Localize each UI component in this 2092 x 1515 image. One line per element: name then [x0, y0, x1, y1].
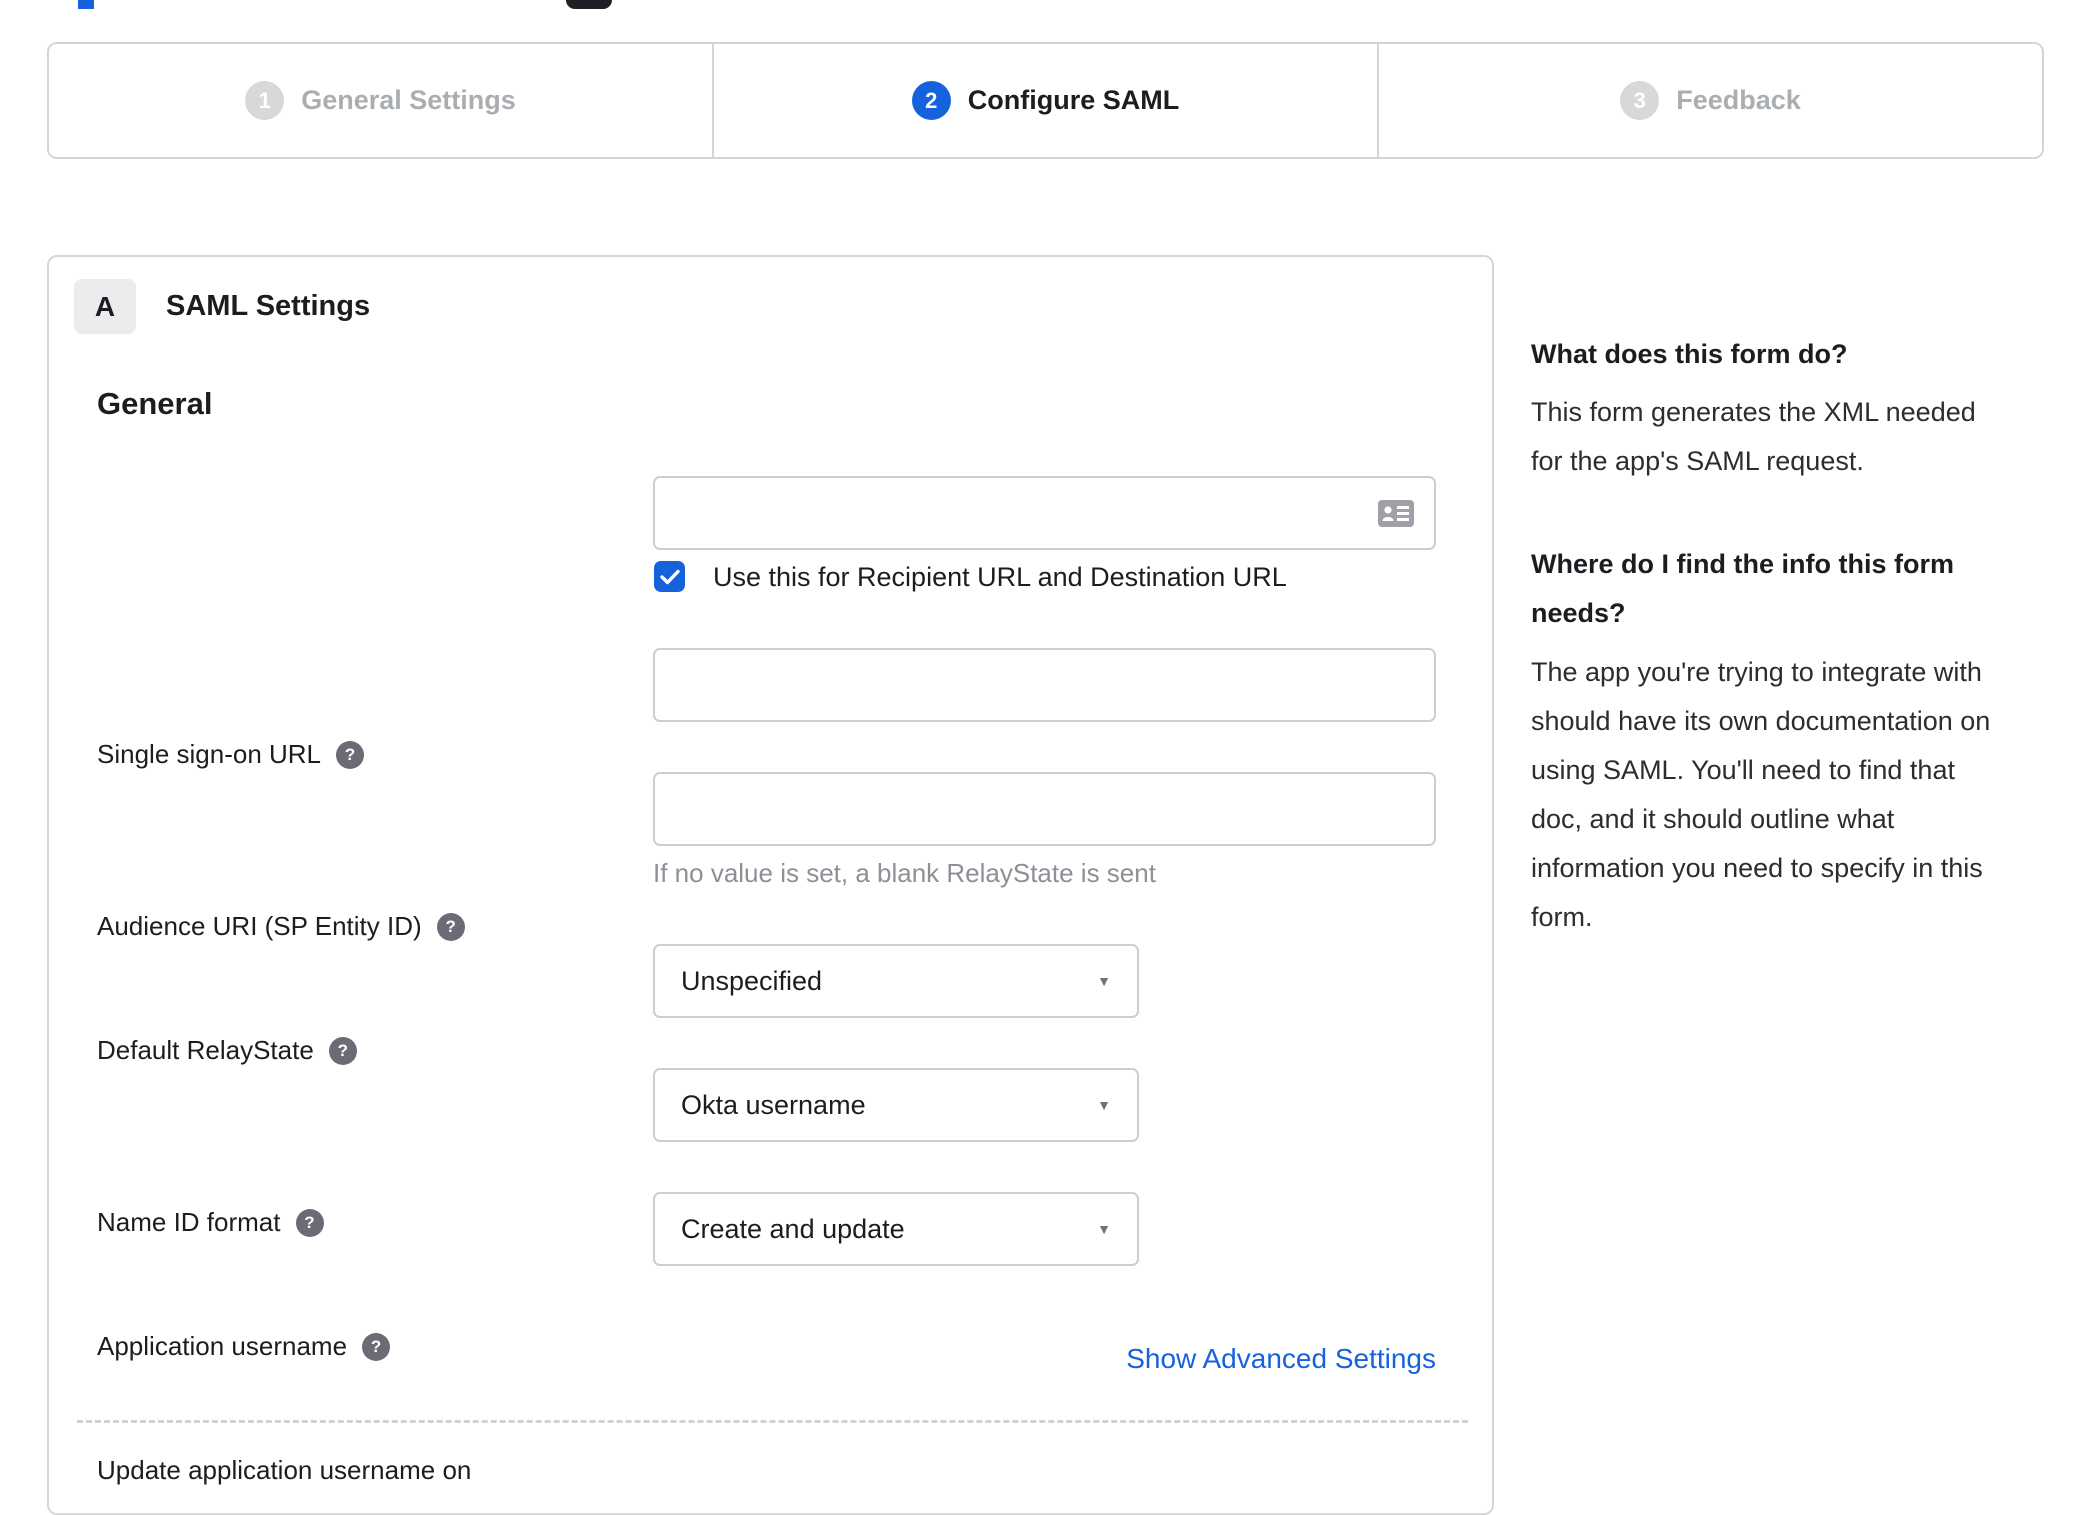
sidebar-heading-form-purpose: What does this form do?: [1531, 339, 1848, 369]
help-icon[interactable]: ?: [336, 740, 365, 769]
section-title: SAML Settings: [166, 290, 371, 322]
sidebar-paragraph-find-info: The app you're trying to integrate with …: [1531, 657, 1991, 932]
nameid-format-label: Name ID format ?: [97, 1207, 324, 1238]
audience-uri-label: Audience URI (SP Entity ID) ?: [97, 911, 465, 942]
audience-uri-label-text: Audience URI (SP Entity ID): [97, 911, 422, 941]
show-advanced-settings-link[interactable]: Show Advanced Settings: [1126, 1343, 1436, 1374]
step-number-badge: 3: [1620, 81, 1660, 120]
advanced-settings-row: Show Advanced Settings: [653, 1343, 1436, 1375]
nameid-format-value: Unspecified: [681, 965, 823, 996]
section-divider: [77, 1420, 1468, 1423]
help-icon[interactable]: ?: [436, 912, 465, 941]
relaystate-input-wrap: [653, 772, 1436, 846]
step-label: Feedback: [1676, 85, 1801, 115]
recipient-url-checkbox[interactable]: [654, 561, 685, 592]
cutoff-header-icon: [566, 0, 612, 9]
chevron-down-icon: ▼: [1097, 1097, 1111, 1113]
app-username-select[interactable]: Okta username ▼: [653, 1068, 1139, 1142]
update-username-select[interactable]: Create and update ▼: [653, 1192, 1139, 1266]
step-number-badge: 1: [245, 81, 285, 120]
relaystate-input[interactable]: [653, 772, 1436, 846]
recipient-url-checkbox-label[interactable]: Use this for Recipient URL and Destinati…: [713, 562, 1287, 593]
nameid-format-label-text: Name ID format: [97, 1207, 281, 1237]
sso-url-input-wrap: [653, 476, 1436, 550]
nameid-format-select[interactable]: Unspecified ▼: [653, 944, 1139, 1018]
chevron-down-icon: ▼: [1097, 973, 1111, 989]
relaystate-hint: If no value is set, a blank RelayState i…: [653, 858, 1156, 888]
sso-url-input[interactable]: [653, 476, 1436, 550]
wizard-stepper: 1 General Settings 2 Configure SAML 3 Fe…: [47, 42, 2044, 159]
update-username-label: Update application username on: [97, 1455, 471, 1486]
saml-settings-panel: A SAML Settings General Single sign-on U…: [47, 255, 1494, 1515]
audience-uri-input[interactable]: [653, 648, 1436, 722]
help-icon[interactable]: ?: [295, 1208, 324, 1237]
relaystate-label-text: Default RelayState: [97, 1035, 314, 1065]
contact-card-icon[interactable]: [1378, 500, 1414, 532]
sidebar-heading-find-info: Where do I find the info this form needs…: [1531, 549, 1954, 628]
section-badge: A: [74, 279, 136, 334]
step-feedback[interactable]: 3 Feedback: [1377, 44, 2042, 157]
relaystate-label: Default RelayState ?: [97, 1035, 357, 1066]
step-label: General Settings: [301, 85, 516, 115]
group-title-general: General: [97, 386, 213, 421]
update-username-value: Create and update: [681, 1213, 905, 1244]
cutoff-logo-fragment: [78, 0, 94, 9]
chevron-down-icon: ▼: [1097, 1221, 1111, 1237]
step-number-badge: 2: [911, 81, 951, 120]
step-label: Configure SAML: [967, 85, 1180, 115]
step-general-settings[interactable]: 1 General Settings: [49, 44, 712, 157]
step-configure-saml[interactable]: 2 Configure SAML: [712, 44, 1377, 157]
app-username-label: Application username ?: [97, 1331, 391, 1362]
app-username-value: Okta username: [681, 1089, 866, 1120]
audience-uri-input-wrap: [653, 648, 1436, 722]
help-icon[interactable]: ?: [328, 1036, 357, 1065]
update-username-label-text: Update application username on: [97, 1455, 472, 1485]
help-icon[interactable]: ?: [362, 1332, 391, 1361]
sidebar-paragraph-form-purpose: This form generates the XML needed for t…: [1531, 397, 1976, 476]
sso-url-label-text: Single sign-on URL: [97, 739, 322, 769]
sso-url-label: Single sign-on URL ?: [97, 739, 365, 770]
app-username-label-text: Application username: [97, 1331, 348, 1361]
